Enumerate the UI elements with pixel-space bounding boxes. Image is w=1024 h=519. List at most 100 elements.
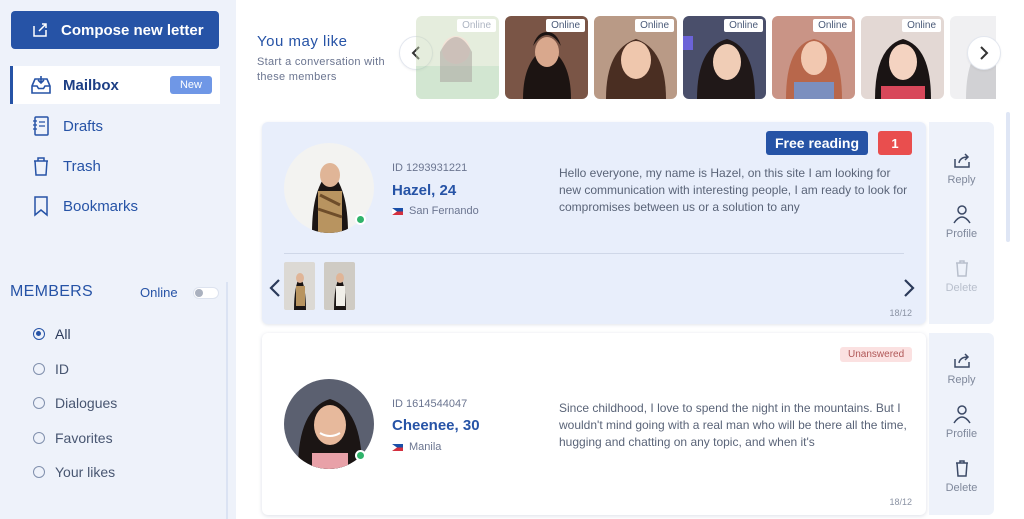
filter-label: Favorites (55, 430, 113, 446)
online-status-dot (355, 450, 366, 461)
free-reading-badge[interactable]: Free reading (766, 131, 869, 155)
letter-card[interactable]: ID 1614544047 Cheenee, 30 Manila Since c… (262, 333, 926, 515)
profile-button[interactable]: Profile (929, 204, 994, 240)
online-badge: Online (546, 19, 585, 32)
attachment-image (324, 262, 355, 310)
chevron-right-icon (904, 279, 915, 297)
sidebar-item-label: Drafts (63, 117, 104, 135)
toggle-knob (195, 289, 203, 297)
flag-icon (392, 207, 403, 215)
radio-icon (33, 328, 45, 340)
radio-icon (33, 397, 45, 409)
online-badge: Online (724, 19, 763, 32)
online-toggle[interactable] (193, 287, 219, 299)
unread-count-badge: 1 (878, 131, 912, 155)
delete-button[interactable]: Delete (929, 458, 994, 494)
filter-label: All (55, 326, 71, 342)
delete-label: Delete (945, 282, 978, 294)
filter-your-likes[interactable]: Your likes (33, 462, 115, 482)
user-name[interactable]: Hazel, 24 (392, 182, 456, 199)
member-thumb[interactable]: Online (594, 16, 677, 99)
letter-actions: Reply Profile Delete (929, 122, 994, 324)
sidebar-item-bookmarks[interactable]: Bookmarks (10, 187, 220, 225)
sidebar-item-label: Bookmarks (63, 197, 139, 215)
status-badge: Unanswered (840, 347, 913, 362)
reply-label: Reply (947, 174, 976, 186)
online-badge: Online (813, 19, 852, 32)
user-id: ID 1293931221 (392, 162, 468, 174)
sidebar-item-drafts[interactable]: Drafts (10, 107, 220, 145)
chevron-right-icon (980, 46, 989, 60)
sidebar-item-label: Trash (63, 157, 101, 175)
filters-divider (226, 282, 228, 519)
member-thumb[interactable]: Online (861, 16, 944, 99)
location-label: Manila (409, 441, 442, 453)
reply-button[interactable]: Reply (929, 150, 994, 186)
sidebar-item-trash[interactable]: Trash (10, 147, 220, 185)
online-badge: Online (902, 19, 941, 32)
attachments-next-button[interactable] (903, 278, 915, 304)
chevron-left-icon (269, 279, 280, 297)
sidebar-item-label: Mailbox (63, 76, 119, 94)
delete-label: Delete (945, 482, 978, 494)
filter-label: Your likes (55, 464, 116, 480)
letter-actions: Reply Profile Delete (929, 333, 994, 515)
suggest-carousel: Online Online Online Online Online Onlin… (416, 16, 996, 99)
attachment-image (284, 262, 315, 310)
online-badge: Online (457, 19, 496, 32)
location-label: San Fernando (409, 205, 479, 217)
trash-icon (955, 460, 968, 477)
filter-id[interactable]: ID (33, 359, 69, 379)
radio-icon (33, 466, 45, 478)
online-badge: Online (635, 19, 674, 32)
trash-icon (955, 260, 968, 277)
filter-label: Dialogues (55, 395, 118, 411)
letter-preview: Since childhood, I love to spend the nig… (559, 401, 907, 449)
letter-date: 18/12 (889, 308, 912, 318)
filter-dialogues[interactable]: Dialogues (33, 393, 117, 413)
letter-preview: Hello everyone, my name is Hazel, on thi… (559, 166, 908, 214)
user-id: ID 1614544047 (392, 398, 468, 410)
member-thumb[interactable]: Online (416, 16, 499, 99)
reply-button[interactable]: Reply (929, 350, 994, 386)
online-status-dot (355, 214, 366, 225)
attachment-photo[interactable] (284, 262, 315, 310)
reply-icon (953, 153, 970, 168)
radio-icon (33, 432, 45, 444)
main-panel: You may like Start a conversation with t… (236, 0, 1024, 519)
bookmark-icon (34, 196, 48, 217)
compose-button[interactable]: Compose new letter (11, 11, 219, 49)
member-thumb[interactable]: Online (505, 16, 588, 99)
compose-icon (33, 23, 47, 37)
sidebar-item-mailbox[interactable]: Mailbox New (10, 66, 220, 104)
online-filter-label: Online (140, 285, 178, 300)
letter-card[interactable]: ID 1293931221 Hazel, 24 San Fernando Hel… (262, 122, 926, 324)
filter-favorites[interactable]: Favorites (33, 428, 113, 448)
radio-icon (33, 363, 45, 375)
profile-button[interactable]: Profile (929, 404, 994, 440)
suggest-subtitle: Start a conversation with these members (257, 56, 385, 83)
inbox-icon (31, 76, 51, 94)
delete-button[interactable]: Delete (929, 258, 994, 294)
attachments-prev-button[interactable] (269, 278, 281, 304)
filter-label: ID (55, 361, 69, 377)
user-icon (952, 405, 971, 424)
trash-icon (34, 157, 48, 176)
user-name[interactable]: Cheenee, 30 (392, 417, 480, 434)
compose-label: Compose new letter (61, 21, 204, 39)
profile-label: Profile (945, 428, 978, 440)
members-heading: MEMBERS (10, 283, 93, 300)
flag-icon (392, 443, 403, 451)
letter-date: 18/12 (889, 497, 912, 507)
user-location: San Fernando (392, 205, 479, 217)
profile-label: Profile (945, 228, 978, 240)
carousel-next-button[interactable] (967, 36, 1001, 70)
suggest-title: You may like (257, 33, 348, 50)
user-location: Manila (392, 441, 441, 453)
member-thumb[interactable]: Online (683, 16, 766, 99)
filter-all[interactable]: All (33, 324, 71, 344)
member-thumb[interactable]: Online (772, 16, 855, 99)
user-icon (952, 205, 971, 224)
scrollbar[interactable] (1006, 112, 1010, 242)
attachment-photo[interactable] (324, 262, 355, 310)
